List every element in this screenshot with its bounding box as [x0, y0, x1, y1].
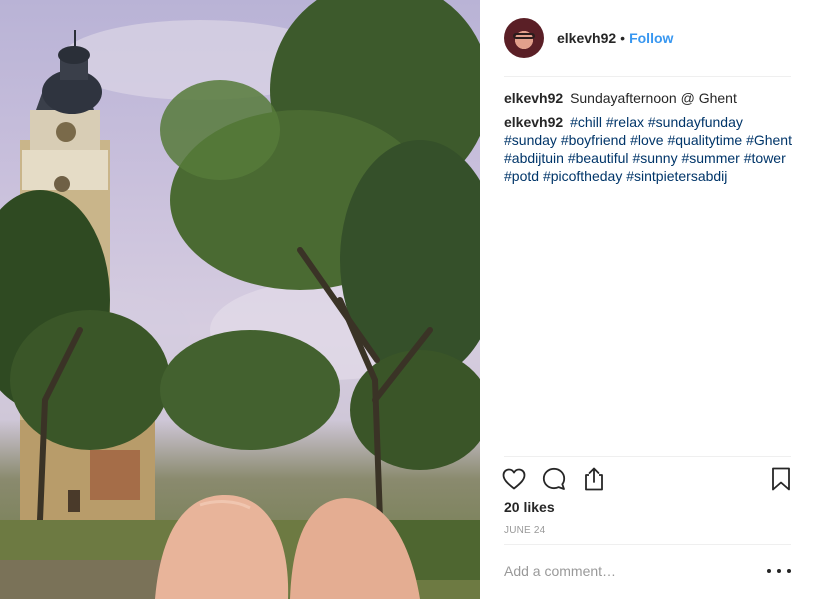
photo-illustration	[0, 0, 480, 599]
comment-divider	[504, 544, 791, 545]
share-icon[interactable]	[580, 465, 608, 493]
hashtag-comment-username[interactable]: elkevh92	[504, 114, 563, 130]
hashtag-link[interactable]: #sintpietersabdij	[626, 168, 727, 184]
hashtag-link[interactable]: #sundayfunday	[648, 114, 743, 130]
header-divider	[504, 76, 791, 77]
hashtag-link[interactable]: #boyfriend	[561, 132, 626, 148]
hashtag-link[interactable]: #summer	[681, 150, 739, 166]
more-options-icon[interactable]	[767, 562, 791, 580]
comment-bubble-icon[interactable]	[540, 465, 568, 493]
caption-text: Sundayafternoon @ Ghent	[570, 90, 737, 106]
caption-comment: elkevh92 Sundayafternoon @ Ghent	[504, 89, 794, 107]
hashtag-link[interactable]: #sunny	[632, 150, 677, 166]
hashtag-link[interactable]: #abdijtuin	[504, 150, 564, 166]
post-comments: elkevh92 Sundayafternoon @ Ghent elkevh9…	[504, 89, 794, 191]
follow-button[interactable]: Follow	[629, 30, 673, 46]
add-comment-input[interactable]	[504, 557, 744, 585]
hashtag-link[interactable]: #sunday	[504, 132, 557, 148]
caption-username[interactable]: elkevh92	[504, 90, 563, 106]
post-side-panel: elkevh92 • Follow elkevh92 Sundayafterno…	[480, 0, 815, 599]
hashtag-link[interactable]: #chill	[570, 114, 602, 130]
heart-icon[interactable]	[500, 465, 528, 493]
avatar[interactable]	[504, 18, 544, 58]
hashtag-link[interactable]: #relax	[606, 114, 644, 130]
header-separator: •	[620, 30, 626, 46]
hashtag-link[interactable]: #potd	[504, 168, 539, 184]
hashtag-comment: elkevh92 #chill #relax #sundayfunday #su…	[504, 113, 794, 185]
hashtag-link[interactable]: #Ghent	[746, 132, 792, 148]
bookmark-icon[interactable]	[767, 465, 795, 493]
hashtag-link[interactable]: #beautiful	[568, 150, 629, 166]
hashtag-link[interactable]: #picoftheday	[543, 168, 622, 184]
post-header: elkevh92 • Follow	[480, 0, 815, 76]
hashtag-link[interactable]: #qualitytime	[667, 132, 742, 148]
post-actions	[500, 462, 795, 496]
post-photo[interactable]	[0, 0, 480, 599]
actions-divider	[504, 456, 791, 457]
hashtag-link[interactable]: #tower	[744, 150, 786, 166]
post-date[interactable]: JUNE 24	[504, 525, 545, 536]
likes-count[interactable]: 20 likes	[504, 499, 555, 515]
post-username[interactable]: elkevh92	[557, 30, 616, 46]
hashtag-link[interactable]: #love	[630, 132, 663, 148]
